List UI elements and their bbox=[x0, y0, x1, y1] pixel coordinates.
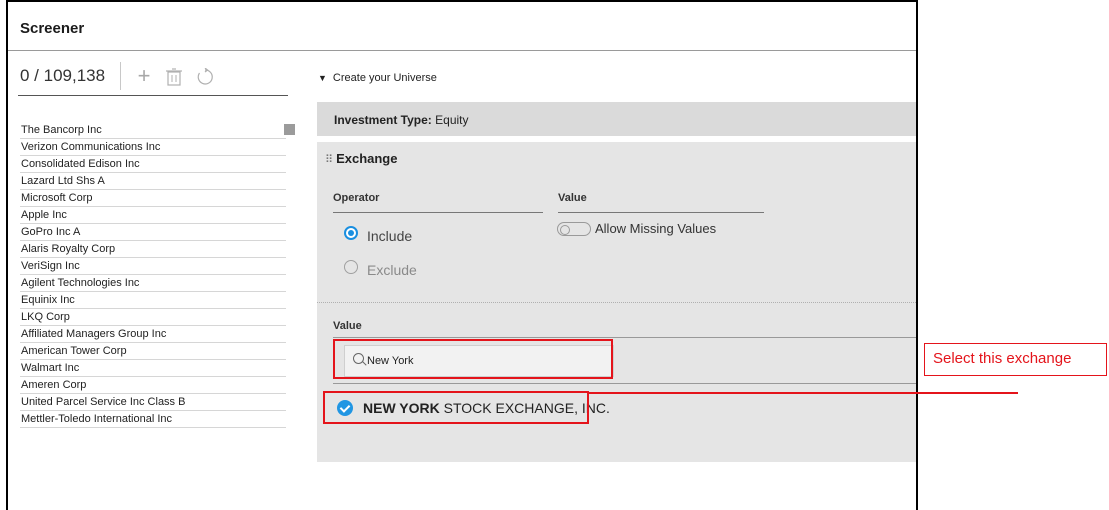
result-divider bbox=[333, 383, 916, 384]
triangle-down-icon: ▼ bbox=[318, 73, 327, 83]
refresh-icon[interactable] bbox=[194, 62, 216, 90]
result-count: 0 / 109,138 bbox=[20, 66, 106, 85]
create-universe-toggle[interactable]: ▼ Create your Universe bbox=[318, 72, 437, 84]
operator-header: Operator bbox=[333, 192, 380, 204]
security-list-item[interactable]: Lazard Ltd Shs A bbox=[20, 173, 286, 190]
result-highlight-box bbox=[323, 391, 589, 424]
list-scrollbar[interactable] bbox=[284, 124, 295, 135]
security-list-item[interactable]: The Bancorp Inc bbox=[20, 122, 286, 139]
security-list-item[interactable]: Alaris Royalty Corp bbox=[20, 241, 286, 258]
trash-icon[interactable] bbox=[163, 62, 185, 90]
include-radio[interactable] bbox=[344, 226, 358, 240]
toolbar-divider bbox=[120, 62, 121, 90]
security-list-item[interactable]: LKQ Corp bbox=[20, 309, 286, 326]
security-list-item[interactable]: Verizon Communications Inc bbox=[20, 139, 286, 156]
security-list-item[interactable]: VeriSign Inc bbox=[20, 258, 286, 275]
create-universe-label: Create your Universe bbox=[332, 72, 437, 84]
page-title: Screener bbox=[20, 20, 85, 37]
investment-type-text: Investment Type: Equity bbox=[334, 113, 469, 127]
security-list-item[interactable]: Walmart Inc bbox=[20, 360, 286, 377]
security-list-item[interactable]: Affiliated Managers Group Inc bbox=[20, 326, 286, 343]
screener-window: Screener 0 / 109,138 + The Bancorp Inc Ve… bbox=[6, 0, 918, 510]
value-section-line bbox=[333, 337, 916, 338]
security-list: The Bancorp Inc Verizon Communications In… bbox=[20, 122, 286, 428]
security-list-item[interactable]: GoPro Inc A bbox=[20, 224, 286, 241]
allow-missing-toggle[interactable] bbox=[557, 222, 591, 236]
security-list-item[interactable]: Microsoft Corp bbox=[20, 190, 286, 207]
exchange-title: ⠿ Exchange bbox=[325, 151, 397, 166]
allow-missing-label[interactable]: Allow Missing Values bbox=[595, 221, 716, 236]
section-divider bbox=[317, 302, 916, 303]
exchange-title-label: Exchange bbox=[336, 151, 398, 166]
value-header-line bbox=[558, 212, 764, 213]
callout-box: Select this exchange bbox=[924, 343, 1107, 376]
security-list-item[interactable]: United Parcel Service Inc Class B bbox=[20, 394, 286, 411]
exclude-label[interactable]: Exclude bbox=[367, 262, 417, 278]
value-header: Value bbox=[558, 192, 587, 204]
security-list-item[interactable]: Ameren Corp bbox=[20, 377, 286, 394]
security-list-item[interactable]: Consolidated Edison Inc bbox=[20, 156, 286, 173]
investment-type-value: Equity bbox=[435, 113, 469, 127]
security-list-item[interactable]: American Tower Corp bbox=[20, 343, 286, 360]
security-list-item[interactable]: Equinix Inc bbox=[20, 292, 286, 309]
investment-type-bar[interactable]: Investment Type: Equity bbox=[317, 102, 916, 136]
callout-text: Select this exchange bbox=[933, 350, 1072, 367]
value-section-label: Value bbox=[333, 320, 362, 332]
search-highlight-box bbox=[333, 339, 613, 379]
plus-icon[interactable]: + bbox=[132, 62, 156, 90]
security-list-item[interactable]: Apple Inc bbox=[20, 207, 286, 224]
operator-header-line bbox=[333, 212, 543, 213]
callout-connector bbox=[588, 392, 1018, 394]
screener-header: Screener bbox=[8, 2, 916, 51]
security-list-item[interactable]: Mettler-Toledo International Inc bbox=[20, 411, 286, 428]
count-underline bbox=[18, 95, 288, 96]
security-list-item[interactable]: Agilent Technologies Inc bbox=[20, 275, 286, 292]
exclude-radio[interactable] bbox=[344, 260, 358, 274]
drag-handle-icon[interactable]: ⠿ bbox=[325, 154, 333, 166]
include-label[interactable]: Include bbox=[367, 228, 412, 244]
investment-type-label: Investment Type: bbox=[334, 113, 432, 127]
